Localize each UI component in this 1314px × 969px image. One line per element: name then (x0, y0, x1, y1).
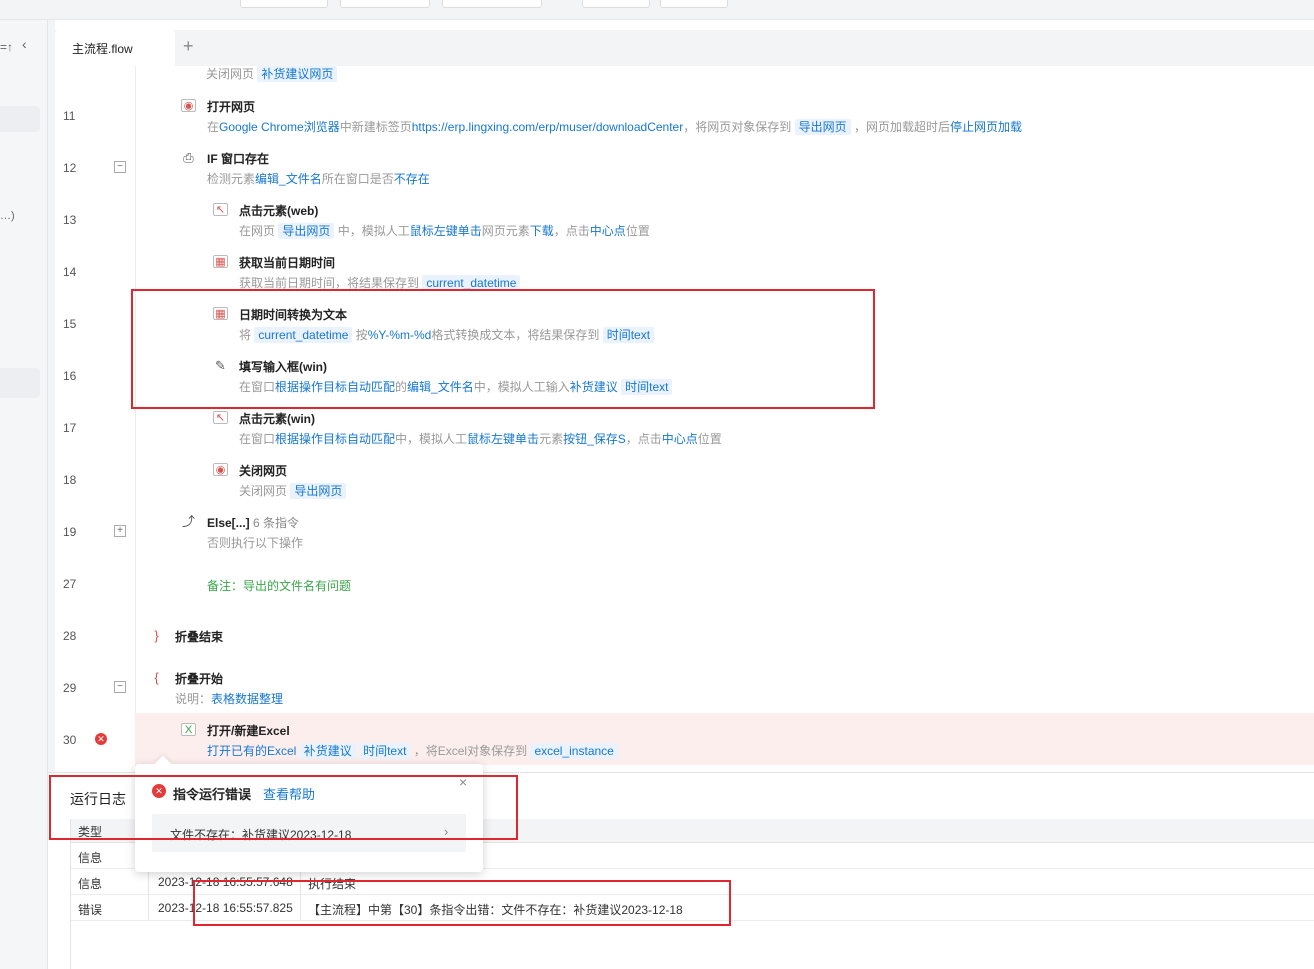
line-number: 29 (63, 681, 77, 695)
step-title: 点击元素(web) (239, 204, 319, 218)
line-number: 17 (63, 421, 77, 435)
tab-main-flow[interactable]: 主流程.flow (55, 30, 175, 66)
step-desc: 在窗口根据操作目标自动匹配中，模拟人工鼠标左键单击元素按钮_保存S，点击中心点位… (239, 432, 722, 446)
step-desc: 在Google Chrome浏览器中新建标签页https://erp.lingx… (207, 119, 1022, 135)
fold-toggle-icon[interactable]: − (114, 681, 126, 693)
step-desc: 说明：表格数据整理 (175, 692, 284, 706)
line-number: 13 (63, 213, 77, 227)
step-desc: 关闭网页 补货建议网页 (206, 65, 338, 82)
tab-bar: 主流程.flow + (55, 30, 1314, 66)
line-number: 15 (63, 317, 77, 331)
browser-close-icon: ◉ (213, 463, 228, 476)
expand-toggle-icon[interactable]: + (114, 525, 126, 537)
step-title: 打开网页 (207, 100, 256, 114)
click-icon: ↖ (213, 411, 228, 424)
step-title: 关闭网页 (239, 464, 288, 478)
log-table-border (70, 819, 71, 969)
click-icon: ↖ (213, 203, 228, 216)
step-desc: 打开已有的Excel 补货建议 时间text ，将Excel对象保存到 exce… (207, 742, 618, 759)
line-number: 19 (63, 525, 77, 539)
collapse-sidebar-icon[interactable]: ‹ (22, 36, 27, 52)
sidebar-item[interactable] (0, 106, 40, 132)
toolbar-button[interactable] (660, 0, 728, 8)
line-number: 18 (63, 473, 77, 487)
run-button[interactable] (582, 0, 650, 8)
annotation-box (193, 880, 731, 926)
step-desc: 在网页 导出网页 中，模拟人工鼠标左键单击网页元素下载，点击中心点位置 (239, 223, 650, 239)
branch-icon: ⤴ (181, 514, 196, 529)
indent-guide (135, 66, 136, 772)
fold-end-icon: } (149, 629, 164, 642)
step-title: 获取当前日期时间 (239, 256, 336, 270)
sidebar-item-label: …) (0, 210, 15, 222)
step-desc: 检测元素编辑_文件名所在窗口是否不存在 (207, 172, 430, 186)
top-toolbar (0, 0, 1314, 20)
line-number: 30 (63, 733, 77, 747)
calendar-icon: ▦ (213, 255, 228, 268)
annotation-box (49, 775, 518, 840)
toolbar-button[interactable] (340, 0, 430, 8)
column-divider (148, 895, 149, 920)
tab-label: 主流程.flow (72, 42, 133, 56)
step-title: 打开/新建Excel (207, 724, 290, 738)
left-sidebar: =↑ ‹ …) (0, 20, 48, 969)
comment-text: 备注：导出的文件名有问题 (207, 579, 352, 593)
log-type: 信息 (78, 851, 103, 865)
line-number: 27 (63, 577, 77, 591)
step-title: Else[...] 6 条指令 (207, 516, 300, 530)
line-number: 12 (63, 161, 77, 175)
line-number: 16 (63, 369, 77, 383)
column-divider (148, 869, 149, 894)
excel-icon: X (181, 723, 196, 736)
toolbar-button[interactable] (240, 0, 328, 8)
toolbar-button[interactable] (442, 0, 542, 8)
annotation-box (131, 289, 875, 409)
fold-start-icon: { (149, 671, 164, 684)
line-number: 14 (63, 265, 77, 279)
step-desc: 关闭网页 导出网页 (239, 482, 347, 499)
browser-icon: ◉ (181, 99, 196, 112)
app-window: =↑ ‹ …) 主流程.flow + 关闭网页 补货建议网页 11 ◉ 打开网页… (0, 0, 1314, 969)
log-type: 信息 (78, 877, 103, 891)
step-title: 点击元素(win) (239, 412, 315, 426)
step-title: 折叠结束 (175, 630, 224, 644)
log-type: 错误 (78, 903, 103, 917)
window-condition-icon: ⎙ (181, 151, 196, 164)
step-title: IF 窗口存在 (207, 152, 269, 166)
sidebar-item-active[interactable] (0, 368, 40, 398)
step-title: 折叠开始 (175, 672, 224, 686)
fold-toggle-icon[interactable]: − (114, 161, 126, 173)
step-desc: 否则执行以下操作 (207, 536, 304, 550)
add-tab-icon[interactable]: + (183, 36, 194, 57)
line-number: 28 (63, 629, 77, 643)
error-icon[interactable]: ✕ (95, 733, 107, 745)
line-number: 11 (63, 109, 76, 123)
sort-icon[interactable]: =↑ (0, 40, 13, 54)
